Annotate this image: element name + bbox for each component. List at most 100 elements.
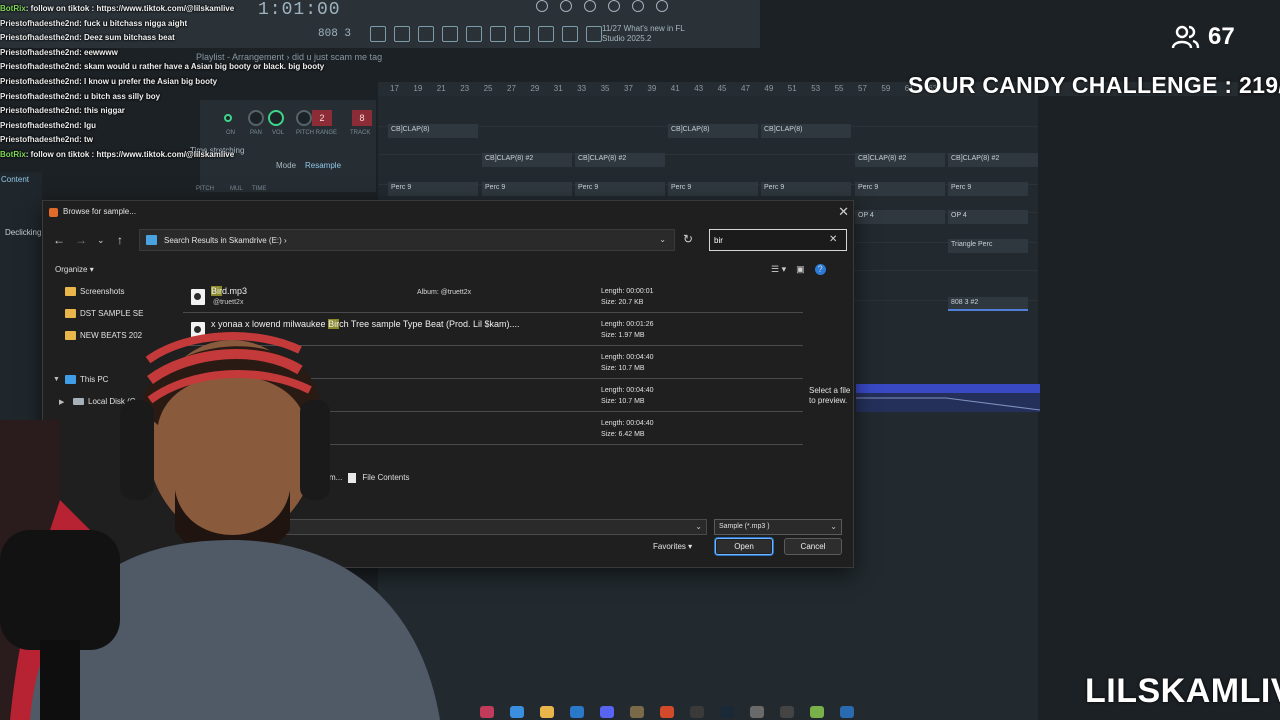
clip[interactable]: Perc 9 [575,182,665,196]
clip[interactable]: Perc 9 [855,182,945,196]
organize-button[interactable]: Organize ▾ [55,265,94,274]
file-length: Length: 00:04:40 [601,354,654,361]
file-length: Length: 00:00:01 [601,288,654,295]
clip[interactable]: OP 4 [855,210,945,224]
app-icon[interactable] [750,706,764,718]
refresh-icon[interactable]: ↻ [683,232,693,246]
clear-search-icon[interactable]: ✕ [829,234,837,245]
dialog-titlebar[interactable]: Browse for sample... ✕ [43,201,853,223]
app-icon[interactable] [780,706,794,718]
tool-icon[interactable] [394,26,410,42]
ruler-bar-label: 27 [507,84,516,93]
chat-text: : Deez sum bitchass beat [79,33,175,43]
clip[interactable]: 808 3 #2 [948,297,1028,311]
clip[interactable]: CB]CLAP(8) #2 [482,153,572,167]
ruler-bar-label: 35 [600,84,610,93]
news-panel[interactable]: 11/27 What's new in FL Studio 2025.2 [602,24,702,44]
search-folder-icon [146,235,157,245]
back-arrow-icon[interactable]: ← [53,233,65,247]
forward-arrow-icon[interactable]: → [75,233,87,247]
app-icon[interactable] [480,706,494,718]
tool-icon[interactable] [418,26,434,42]
chat-message: Priestofhadesthe2nd: fuck u bitchass nig… [0,17,380,32]
tool-icon[interactable] [586,26,602,42]
tool-icon[interactable] [538,26,554,42]
app-icon[interactable] [840,706,854,718]
chat-message: Priestofhadesthe2nd: Igu [0,119,380,134]
mic-icon[interactable] [584,0,596,12]
file-length: Length: 00:04:40 [601,387,654,394]
clip[interactable]: Triangle Perc [948,239,1028,253]
clip[interactable]: CB]CLAP(8) #2 [948,153,1038,167]
tool-icon[interactable] [514,26,530,42]
brave-icon[interactable] [660,706,674,718]
browser-icon[interactable] [632,0,644,12]
chat-message: Priestofhadesthe2nd: u bitch ass silly b… [0,90,380,105]
tool-icon[interactable] [442,26,458,42]
ruler-bar-label: 51 [787,84,797,93]
chevron-down-icon: ⌄ [830,522,837,531]
clip[interactable]: CB]CLAP(8) #2 [575,153,665,167]
ruler-bar-label: 19 [413,84,423,93]
close-icon[interactable]: ✕ [838,204,849,220]
chat-username: Priestofhadesthe2nd [0,76,80,86]
chevron-down-icon[interactable]: ⌄ [659,235,666,244]
edge-icon[interactable] [510,706,524,718]
help-icon[interactable] [608,0,620,12]
address-bar[interactable]: Search Results in Skamdrive (E:) › ⌄ [139,229,675,251]
clip[interactable]: Perc 9 [482,182,572,196]
favorites-button[interactable]: Favorites ▾ [653,542,692,551]
chat-username: Priestofhadesthe2nd [0,135,80,145]
up-arrow-icon[interactable]: ↑ [117,233,123,247]
screen: 1:01:00 808 3 11/27 What's new in FL Stu… [0,0,1280,720]
help-icon[interactable]: ? [814,264,826,275]
clip[interactable]: OP 4 [948,210,1028,224]
file-type-select[interactable]: Sample (*.mp3 ) ⌄ [714,519,842,535]
mul-label: MUL [230,186,243,192]
ruler-bar-label: 49 [764,84,774,93]
store-icon[interactable] [570,706,584,718]
content-label: Content [1,175,30,184]
clip[interactable]: CB]CLAP(8) [668,124,758,138]
app-icon[interactable] [810,706,824,718]
chat-username: Priestofhadesthe2nd [0,62,80,72]
file-size: Size: 20.7 KB [601,299,644,306]
chat-text: : I know u prefer the Asian big booty [79,76,218,86]
clip[interactable]: CB]CLAP(8) [388,124,478,138]
tool-icon[interactable] [466,26,482,42]
clip[interactable]: CB]CLAP(8) #2 [855,153,945,167]
chat-message: BotRix: follow on tiktok : https://www.t… [0,148,380,163]
ruler-bar-label: 21 [436,84,446,93]
search-input[interactable] [709,229,847,251]
nav-item-screenshots[interactable]: Screenshots [65,287,124,296]
cpu-icon[interactable] [536,0,548,12]
automation-clip[interactable] [856,384,1040,412]
mixer-icon[interactable] [560,0,572,12]
chevron-down-icon[interactable]: ⌄ [695,522,702,531]
obs-icon[interactable] [690,706,704,718]
clip[interactable]: Perc 9 [668,182,758,196]
discord-icon[interactable] [600,706,614,718]
tool-icon[interactable] [490,26,506,42]
preview-pane-icon[interactable]: ▣ [796,264,805,275]
cancel-button[interactable]: Cancel [784,538,842,555]
file-explorer-icon[interactable] [540,706,554,718]
clip[interactable]: Perc 9 [761,182,851,196]
chat-text: : follow on tiktok : https://www.tiktok.… [25,4,235,13]
clip[interactable]: Perc 9 [948,182,1028,196]
tool-icon[interactable] [562,26,578,42]
clip[interactable]: CB]CLAP(8) [761,124,851,138]
recent-chevron-icon[interactable]: ⌄ [97,235,105,246]
ruler-bar-label: 43 [694,84,704,93]
view-options-icon[interactable]: ☰ ▾ [771,264,786,275]
ruler-bar-label: 17 [390,84,399,93]
folder-icon [65,287,76,296]
ruler-bar-label: 37 [624,84,633,93]
clip[interactable]: Perc 9 [388,182,478,196]
plugin-icon[interactable] [656,0,668,12]
open-button[interactable]: Open [715,538,773,555]
stream-chat: BotRix: follow on tiktok : https://www.t… [0,2,380,163]
steam-icon[interactable] [720,706,734,718]
app-icon[interactable] [630,706,644,718]
ruler-bar-label: 25 [483,84,493,93]
